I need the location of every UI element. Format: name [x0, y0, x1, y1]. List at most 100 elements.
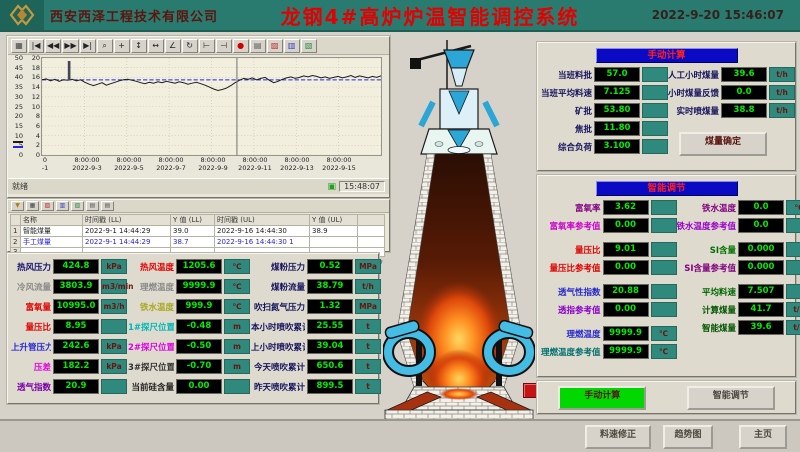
zoom-icon[interactable]: ⌕ — [97, 39, 113, 53]
gauge-row: 量压比8.95 — [11, 319, 127, 334]
gauge-row: 透气指数20.9 — [11, 379, 127, 394]
fast-back-icon[interactable]: ◀◀ — [45, 39, 61, 53]
gauge-label: 煤粉流量 — [251, 281, 305, 293]
manual-calc-panel: 手动计算 当班料批57.0当班平均料速7.125矿批53.80焦批11.80综合… — [537, 42, 796, 171]
trend-chart-button[interactable]: 趋势图 — [663, 425, 713, 449]
panel-label: 铁水温度参考值 — [677, 220, 737, 232]
tag-column-header — [358, 215, 385, 226]
panel-unit — [786, 260, 800, 275]
table-row[interactable]: 1智能煤量2022-9-1 14:44:2939.02022-9-16 14:4… — [11, 226, 385, 237]
chart-grid-icon[interactable]: ▦ — [11, 39, 27, 53]
gauge-unit — [224, 379, 250, 394]
filter-icon[interactable]: ▼ — [11, 201, 24, 211]
gauge-unit: m — [224, 339, 250, 354]
limit-right-icon[interactable]: ⊣ — [216, 39, 232, 53]
gauge-row: 上小时喷吹累计39.04t — [251, 339, 381, 354]
table-row[interactable]: 2手工煤量2022-9-1 14:44:2938.72022-9-16 14:4… — [11, 237, 385, 248]
tag-cell: 2022-9-1 14:44:29 — [83, 226, 171, 237]
gauge-label: 本小时喷吹累计 — [251, 321, 305, 333]
panel-unit: t/h — [786, 302, 800, 317]
gauge-value: 3803.9 — [53, 279, 99, 294]
manual-calc-button[interactable]: 手动计算 — [558, 386, 646, 410]
gauge-value: 8.95 — [53, 319, 99, 334]
slope-icon[interactable]: ∠ — [165, 39, 181, 53]
export-icon[interactable]: ▧ — [71, 201, 84, 211]
chart-body: 50454035302520151050 20181614121086420 — [8, 55, 389, 156]
panel-row: 计算煤量41.7t/h — [677, 302, 800, 317]
panel-value: 11.80 — [594, 121, 640, 136]
panel-unit — [651, 218, 677, 233]
gauge-label: 2#探尺位置 — [128, 341, 174, 353]
y-inner-tick: 0 — [36, 151, 40, 159]
panel-value: 0.0 — [721, 85, 767, 100]
x-tick: 8:00:00 2022-9-13 — [280, 156, 314, 172]
panel-row: 实时喷煤量38.8t/h — [668, 103, 795, 118]
panel-row: 铁水温度参考值0.0 — [677, 218, 800, 233]
gauge-value: 0.00 — [176, 379, 222, 394]
print-preview-icon[interactable]: ▤ — [101, 201, 114, 211]
x-tick: 0 -1 — [42, 156, 48, 172]
x-tick: 8:00:00 2022-9-9 — [198, 156, 228, 172]
chart-red-icon[interactable]: ▨ — [41, 201, 54, 211]
panel-unit — [642, 121, 668, 136]
h-scale-icon[interactable]: ↔ — [148, 39, 164, 53]
y-outer-tick: 10 — [15, 132, 23, 140]
panel-unit — [786, 242, 800, 257]
panel-unit — [786, 284, 800, 299]
logo-icon — [7, 3, 37, 27]
tag-table-panel: ▼▦▨▥▧▤▤ 名称时间戳 (LL)Y 值 (LL)时间戳 (UL)Y 值 (U… — [7, 199, 390, 252]
panel-value: 57.0 — [594, 67, 640, 82]
smart-adjust-button[interactable]: 智能调节 — [687, 386, 775, 410]
pan-icon[interactable]: + — [114, 39, 130, 53]
coal-confirm-button[interactable]: 煤量确定 — [679, 132, 767, 156]
speed-correction-button[interactable]: 料速修正 — [585, 425, 651, 449]
gauge-value: 1.32 — [307, 299, 353, 314]
y-inner-tick: 14 — [32, 83, 40, 91]
panel-label: 人工小时煤量 — [668, 69, 719, 81]
panel-label: 小时煤量反馈 — [668, 87, 719, 99]
panel-unit — [651, 284, 677, 299]
tag-column-header: Y 值 (UL) — [310, 215, 358, 226]
gauge-label: 昨天喷吹累计 — [251, 381, 305, 393]
panel-unit — [642, 103, 668, 118]
tag-table-header-row: 名称时间戳 (LL)Y 值 (LL)时间戳 (UL)Y 值 (UL) — [11, 215, 385, 226]
pen-blue-icon[interactable]: ▥ — [284, 39, 300, 53]
panel-unit — [651, 242, 677, 257]
panel-label: 富氧率 — [541, 202, 601, 214]
gauge-row: 煤粉压力0.52MPa — [251, 259, 381, 274]
panel-unit — [786, 218, 800, 233]
y-inner-tick: 18 — [32, 64, 40, 72]
gauge-unit: MPa — [355, 299, 381, 314]
stop-icon[interactable]: ● — [233, 39, 249, 53]
gauge-row: 富氧量10995.0m3/h — [11, 299, 127, 314]
pen-red-icon[interactable]: ▨ — [267, 39, 283, 53]
go-last-icon[interactable]: ▶| — [80, 39, 96, 53]
grid-icon[interactable]: ▦ — [26, 201, 39, 211]
gauge-unit: t — [355, 359, 381, 374]
print-icon[interactable]: ▤ — [250, 39, 266, 53]
go-first-icon[interactable]: |◀ — [28, 39, 44, 53]
alarm-icon[interactable] — [523, 383, 538, 398]
refresh-icon[interactable]: ↻ — [182, 39, 198, 53]
pen-green-icon[interactable]: ▧ — [301, 39, 317, 53]
panel-unit: t/h — [769, 103, 795, 118]
panel-unit: t/h — [769, 85, 795, 100]
trend-plot-area[interactable] — [41, 57, 382, 156]
home-button[interactable]: 主页 — [739, 425, 787, 449]
panel-unit — [642, 67, 668, 82]
save-icon[interactable]: ▥ — [56, 201, 69, 211]
fast-forward-icon[interactable]: ▶▶ — [62, 39, 78, 53]
panel-row: 透气性指数20.88 — [541, 284, 677, 299]
tag-column-header — [11, 215, 21, 226]
gauge-label: 富氧量 — [11, 301, 51, 313]
panel-row: 理燃温度参考值9999.9℃ — [541, 344, 677, 359]
gauge-label: 吹扫氮气压力 — [251, 301, 305, 313]
mode-buttons-panel: 手动计算 智能调节 — [537, 381, 796, 414]
print-icon[interactable]: ▤ — [86, 201, 99, 211]
y-outer-tick: 30 — [15, 93, 23, 101]
panel-row: SI含量参考值0.000 — [677, 260, 800, 275]
panel-value: 9999.9 — [603, 326, 649, 341]
v-scale-icon[interactable]: ↕ — [131, 39, 147, 53]
gauge-value: 1205.6 — [176, 259, 222, 274]
limit-left-icon[interactable]: ⊢ — [199, 39, 215, 53]
